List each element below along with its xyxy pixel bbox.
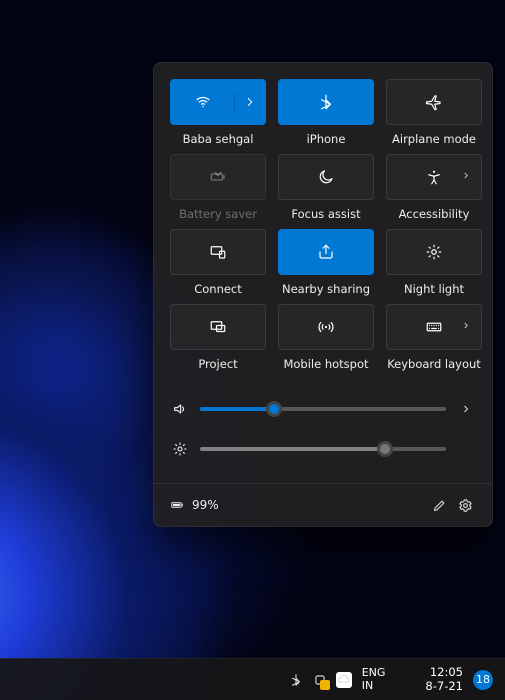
volume-slider[interactable] [200,407,446,411]
battery-saver-tile[interactable] [170,154,266,200]
wifi-label: Baba sehgal [183,132,254,146]
wifi-expand-button[interactable] [235,93,265,111]
bluetooth-icon [317,93,335,111]
bluetooth-tile[interactable] [278,79,374,125]
focus-assist-label: Focus assist [291,207,360,221]
settings-button[interactable] [452,492,478,518]
wifi-toggle[interactable] [171,93,235,111]
project-icon [209,318,227,336]
night-light-tile[interactable] [386,229,482,275]
tray-onedrive-icon[interactable] [336,672,352,688]
airplane-icon [425,93,443,111]
language-line2: IN [362,680,386,692]
notification-badge[interactable]: 18 [473,670,493,690]
brightness-slider[interactable] [200,447,446,451]
focus-assist-tile[interactable] [278,154,374,200]
share-icon [317,243,335,261]
project-label: Project [198,357,237,371]
system-tray-cluster[interactable] [395,668,415,691]
volume-icon [172,400,188,418]
accessibility-label: Accessibility [399,207,470,221]
language-indicator[interactable]: ENG IN [362,667,386,691]
chevron-right-icon [241,93,259,111]
wifi-tile[interactable] [170,79,266,125]
night-light-label: Night light [404,282,464,296]
nearby-sharing-label: Nearby sharing [282,282,370,296]
clock-time: 12:05 [425,666,463,679]
sliders-section [154,379,492,483]
airplane-mode-label: Airplane mode [392,132,476,146]
chevron-right-icon [461,171,471,184]
volume-row [172,389,474,429]
moon-icon [317,168,335,186]
accessibility-icon [425,168,443,186]
edit-quick-settings-button[interactable] [426,492,452,518]
battery-icon [168,496,186,514]
keyboard-layout-tile[interactable] [386,304,482,350]
language-line1: ENG [362,667,386,679]
battery-saver-label: Battery saver [179,207,257,221]
mobile-hotspot-tile[interactable] [278,304,374,350]
brightness-row [172,429,474,469]
tray-app-warning-icon[interactable]: ▲ [312,672,328,688]
battery-percent-text: 99% [192,498,219,512]
mobile-hotspot-label: Mobile hotspot [283,357,368,371]
clock[interactable]: 12:05 8-7-21 [425,666,463,692]
hotspot-icon [317,318,335,336]
keyboard-icon [425,318,443,336]
accessibility-tile[interactable] [386,154,482,200]
keyboard-layout-label: Keyboard layout [387,357,481,371]
wifi-icon [194,93,212,111]
battery-saver-icon [209,168,227,186]
bluetooth-label: iPhone [307,132,346,146]
night-light-icon [425,243,443,261]
connect-label: Connect [194,282,242,296]
notification-count: 18 [476,673,490,686]
volume-expand-button[interactable] [458,403,474,415]
connect-icon [209,243,227,261]
airplane-mode-tile[interactable] [386,79,482,125]
clock-date: 8-7-21 [425,680,463,693]
chevron-right-icon [461,321,471,334]
panel-footer: 99% [154,483,492,526]
nearby-sharing-tile[interactable] [278,229,374,275]
quick-settings-grid: Baba sehgal iPhone Airplane mode [154,63,492,379]
tray-bluetooth-icon[interactable] [288,672,304,688]
system-tray: ▲ [288,672,352,688]
brightness-icon [172,440,188,458]
quick-settings-panel: Baba sehgal iPhone Airplane mode [153,62,493,527]
taskbar: ▲ ENG IN 12:05 8-7-21 18 [0,658,505,700]
connect-tile[interactable] [170,229,266,275]
project-tile[interactable] [170,304,266,350]
